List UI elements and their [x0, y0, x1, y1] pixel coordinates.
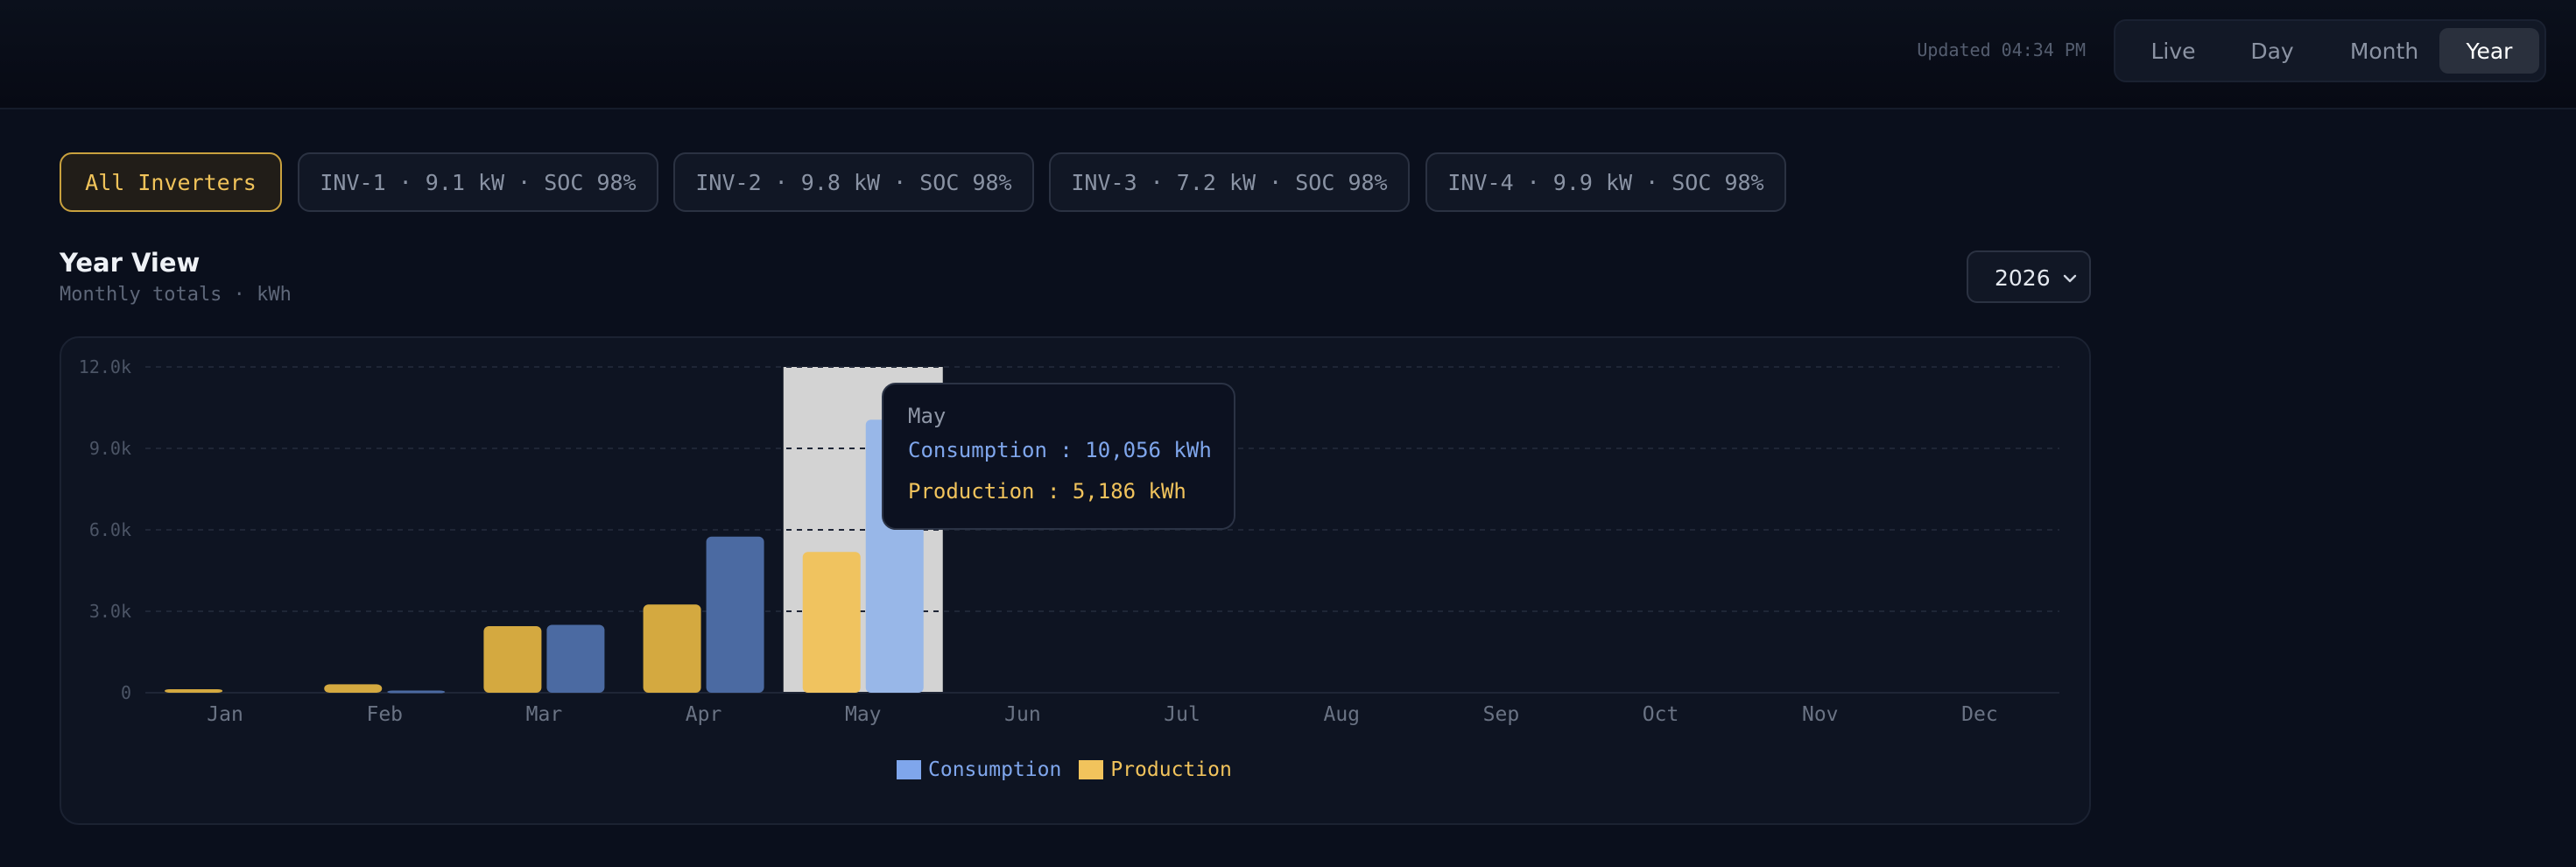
legend-swatch-production — [1079, 760, 1104, 779]
x-tick-label: Jul — [1164, 703, 1200, 726]
legend-item-consumption[interactable]: Consumption — [897, 758, 1061, 781]
tooltip-consumption: Consumption : 10,056 kWh — [908, 438, 1212, 462]
chart-legend: Consumption Production — [897, 758, 1249, 781]
x-tick-label: Sep — [1483, 703, 1520, 726]
x-tick-label: Nov — [1802, 703, 1839, 726]
legend-swatch-consumption — [897, 760, 921, 779]
legend-item-production[interactable]: Production — [1079, 758, 1232, 781]
y-tick-label: 12.0k — [79, 356, 131, 377]
x-tick-label: Jan — [207, 703, 243, 726]
legend-label-production: Production — [1110, 758, 1232, 781]
bar-production — [324, 684, 383, 693]
x-tick-label: May — [845, 703, 882, 726]
x-tick-label: Feb — [366, 703, 403, 726]
bar-production — [165, 688, 223, 693]
bar-consumption — [387, 690, 446, 694]
bar-consumption — [546, 624, 605, 693]
bar-consumption — [706, 536, 764, 693]
tooltip-production: Production : 5,186 kWh — [908, 479, 1186, 504]
chart-tooltip: May Consumption : 10,056 kWh Production … — [882, 383, 1235, 530]
x-tick-label: Aug — [1323, 703, 1360, 726]
y-tick-label: 0 — [121, 682, 131, 703]
bar-production — [643, 604, 701, 693]
x-tick-label: Mar — [526, 703, 563, 726]
x-tick-label: Dec — [1961, 703, 1998, 726]
bar-production — [483, 626, 542, 693]
y-tick-label: 3.0k — [89, 601, 131, 622]
legend-label-consumption: Consumption — [928, 758, 1062, 781]
y-tick-label: 6.0k — [89, 519, 131, 540]
y-tick-label: 9.0k — [89, 438, 131, 459]
x-tick-label: Jun — [1004, 703, 1041, 726]
tooltip-month: May — [908, 404, 947, 428]
year-bar-chart: 0 3.0k 6.0k 9.0k 12.0k Jan Feb Mar Apr May Jun Jul A… — [79, 356, 2059, 726]
x-tick-label: Oct — [1643, 703, 1679, 726]
x-tick-label: Apr — [686, 703, 722, 726]
bar-production — [802, 552, 861, 693]
